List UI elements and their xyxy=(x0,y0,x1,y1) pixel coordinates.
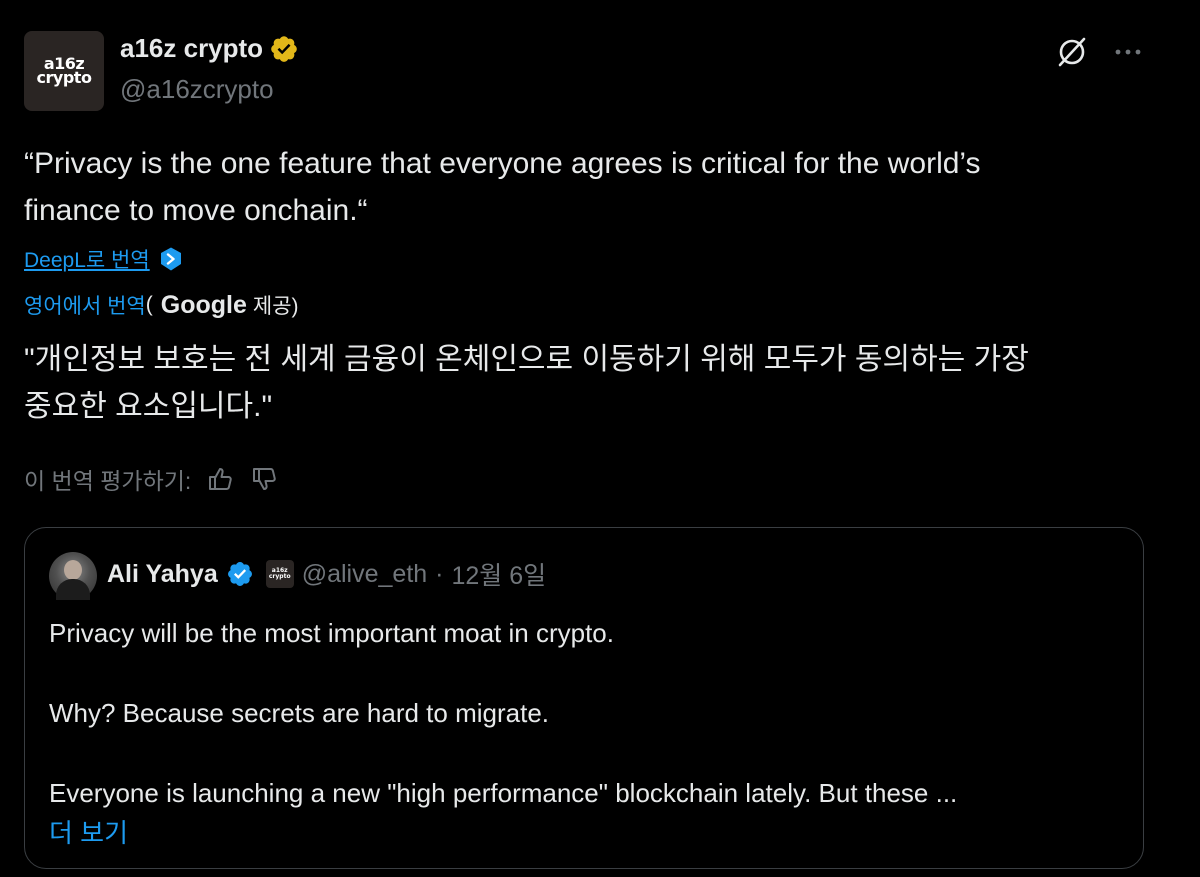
google-open-paren: ( xyxy=(145,293,153,316)
separator-dot: · xyxy=(435,559,444,588)
deepl-translate-link[interactable]: DeepL로 번역 xyxy=(24,244,184,274)
quoted-text: Privacy will be the most important moat … xyxy=(49,613,1124,853)
google-provided-label: 제공) xyxy=(252,295,299,318)
google-logo-text: Google xyxy=(160,290,247,319)
tweet-text: “Privacy is the one feature that everyon… xyxy=(24,140,1154,234)
verified-blue-icon xyxy=(227,562,252,586)
tweet-text-line: “Privacy is the one feature that everyon… xyxy=(24,147,981,180)
affiliate-badge[interactable]: a16z crypto xyxy=(265,560,294,588)
google-translation-source: 영어에서 번역 ( Google 제공) xyxy=(24,290,299,320)
translated-text-line: 중요한 요소입니다." xyxy=(24,390,273,423)
quoted-date[interactable]: 12월 6일 xyxy=(452,556,547,592)
quoted-author-name[interactable]: Ali Yahya xyxy=(107,560,218,589)
author-display-name[interactable]: a16z crypto xyxy=(120,33,263,64)
translated-text-line: "개인정보 보호는 전 세계 금융이 온체인으로 이동하기 위해 모두가 동의하… xyxy=(24,343,1029,376)
quoted-author-avatar[interactable] xyxy=(49,552,97,600)
quoted-paragraph: Everyone is launching a new "high perfor… xyxy=(49,778,958,808)
author-handle[interactable]: @a16zcrypto xyxy=(120,74,274,105)
quoted-tweet[interactable]: Ali Yahya a16z crypto @alive_eth · 12월 6… xyxy=(24,527,1144,869)
quoted-header: Ali Yahya a16z crypto @alive_eth · 12월 6… xyxy=(107,556,546,592)
author-avatar[interactable]: a16z crypto xyxy=(24,31,104,111)
quoted-paragraph: Why? Because secrets are hard to migrate… xyxy=(49,698,550,728)
tweet-card: a16z crypto a16z crypto @a16zcrypto “Pri… xyxy=(0,0,1200,877)
avatar-head-shape xyxy=(64,560,82,580)
thumbs-down-icon[interactable] xyxy=(249,464,279,494)
quoted-paragraph: Privacy will be the most important moat … xyxy=(49,618,614,648)
author-name-row[interactable]: a16z crypto xyxy=(120,33,299,64)
quoted-author-handle[interactable]: @alive_eth xyxy=(302,560,427,589)
grok-icon[interactable] xyxy=(1054,34,1090,70)
deepl-translate-label[interactable]: DeepL로 번역 xyxy=(24,244,150,274)
tweet-text-line: finance to move onchain.“ xyxy=(24,194,368,227)
avatar-body-shape xyxy=(56,579,90,600)
avatar-text-line2: crypto xyxy=(36,68,92,87)
verified-gold-icon xyxy=(271,35,297,62)
deepl-icon xyxy=(160,247,181,271)
thumbs-up-icon[interactable] xyxy=(205,464,235,494)
show-more-link[interactable]: 더 보기 xyxy=(49,813,1124,853)
affiliate-badge-line2: crypto xyxy=(268,573,291,580)
more-icon[interactable] xyxy=(1110,34,1146,70)
google-translate-link[interactable]: 영어에서 번역 xyxy=(24,290,146,320)
rate-translation-label: 이 번역 평가하기: xyxy=(24,468,192,494)
rate-translation: 이 번역 평가하기: xyxy=(24,462,279,496)
translated-text: "개인정보 보호는 전 세계 금융이 온체인으로 이동하기 위해 모두가 동의하… xyxy=(24,336,1164,430)
